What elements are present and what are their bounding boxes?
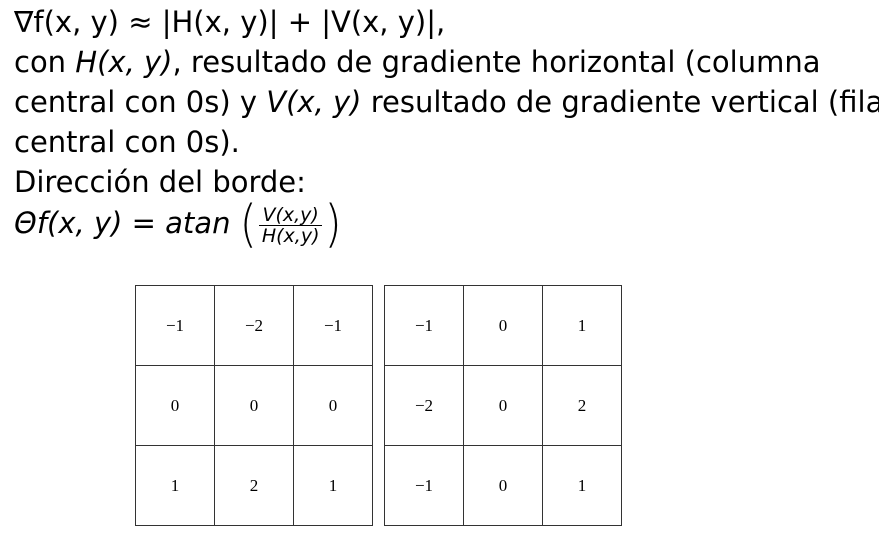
table-row: −2 0 2 [384, 365, 622, 446]
table-row: −1 −2 −1 [135, 285, 373, 366]
text-line-1: con H(x, y), resultado de gradiente hori… [14, 42, 821, 82]
text-line-3: central con 0s). [14, 122, 240, 162]
line2-math: V(x, y) [266, 85, 362, 119]
kernel-cell: −2 [214, 285, 294, 366]
table-row: −1 0 1 [384, 285, 622, 366]
direction-label: Dirección del borde: [14, 162, 306, 202]
line2-prefix: central con 0s) y [14, 85, 267, 119]
line3-text: central con 0s). [14, 125, 240, 159]
theta-lhs: Θf(x, y) = atan [14, 206, 231, 240]
fraction-denominator: H(x,y) [261, 224, 320, 247]
table-row: 0 0 0 [135, 365, 373, 446]
theta-formula: Θf(x, y) = atan (V(x,y) H(x,y)) [14, 196, 342, 254]
line1-rest: , resultado de gradiente horizontal (col… [172, 45, 821, 79]
kernel-cell: 1 [542, 285, 622, 366]
kernel-cell: 1 [293, 445, 373, 526]
vertical-kernel-table: −1 0 1 −2 0 2 −1 0 1 [384, 285, 622, 526]
kernel-cell: −1 [135, 285, 215, 366]
open-paren: ( [239, 195, 257, 254]
kernel-cell: 0 [214, 365, 294, 446]
kernel-cell: 1 [542, 445, 622, 526]
kernel-cell: −1 [384, 285, 464, 366]
kernel-cell: −1 [293, 285, 373, 366]
kernel-cell: 0 [135, 365, 215, 446]
table-row: 1 2 1 [135, 445, 373, 526]
kernel-cell: −1 [384, 445, 464, 526]
close-paren: ) [324, 195, 342, 254]
fraction: V(x,y) H(x,y) [258, 205, 323, 247]
kernel-cell: 0 [463, 445, 543, 526]
kernel-cell: 2 [542, 365, 622, 446]
kernel-cell: 0 [463, 285, 543, 366]
horizontal-kernel-table: −1 −2 −1 0 0 0 1 2 1 [135, 285, 373, 526]
table-row: −1 0 1 [384, 445, 622, 526]
line2-rest: resultado de gradiente vertical (fila [361, 85, 879, 119]
fraction-numerator: V(x,y) [258, 205, 323, 226]
kernel-cell: 2 [214, 445, 294, 526]
line1-math: H(x, y) [75, 45, 173, 79]
kernel-cell: 0 [463, 365, 543, 446]
gradient-formula-text: ∇f(x, y) ≈ |H(x, y)| + |V(x, y)|, [14, 5, 446, 39]
kernel-cell: 1 [135, 445, 215, 526]
line1-prefix: con [14, 45, 76, 79]
kernel-cell: 0 [293, 365, 373, 446]
direction-label-text: Dirección del borde: [14, 165, 306, 199]
gradient-formula: ∇f(x, y) ≈ |H(x, y)| + |V(x, y)|, [14, 2, 445, 42]
kernel-cell: −2 [384, 365, 464, 446]
text-line-2: central con 0s) y V(x, y) resultado de g… [14, 82, 879, 122]
slide: ∇f(x, y) ≈ |H(x, y)| + |V(x, y)|, con H(… [0, 0, 879, 536]
